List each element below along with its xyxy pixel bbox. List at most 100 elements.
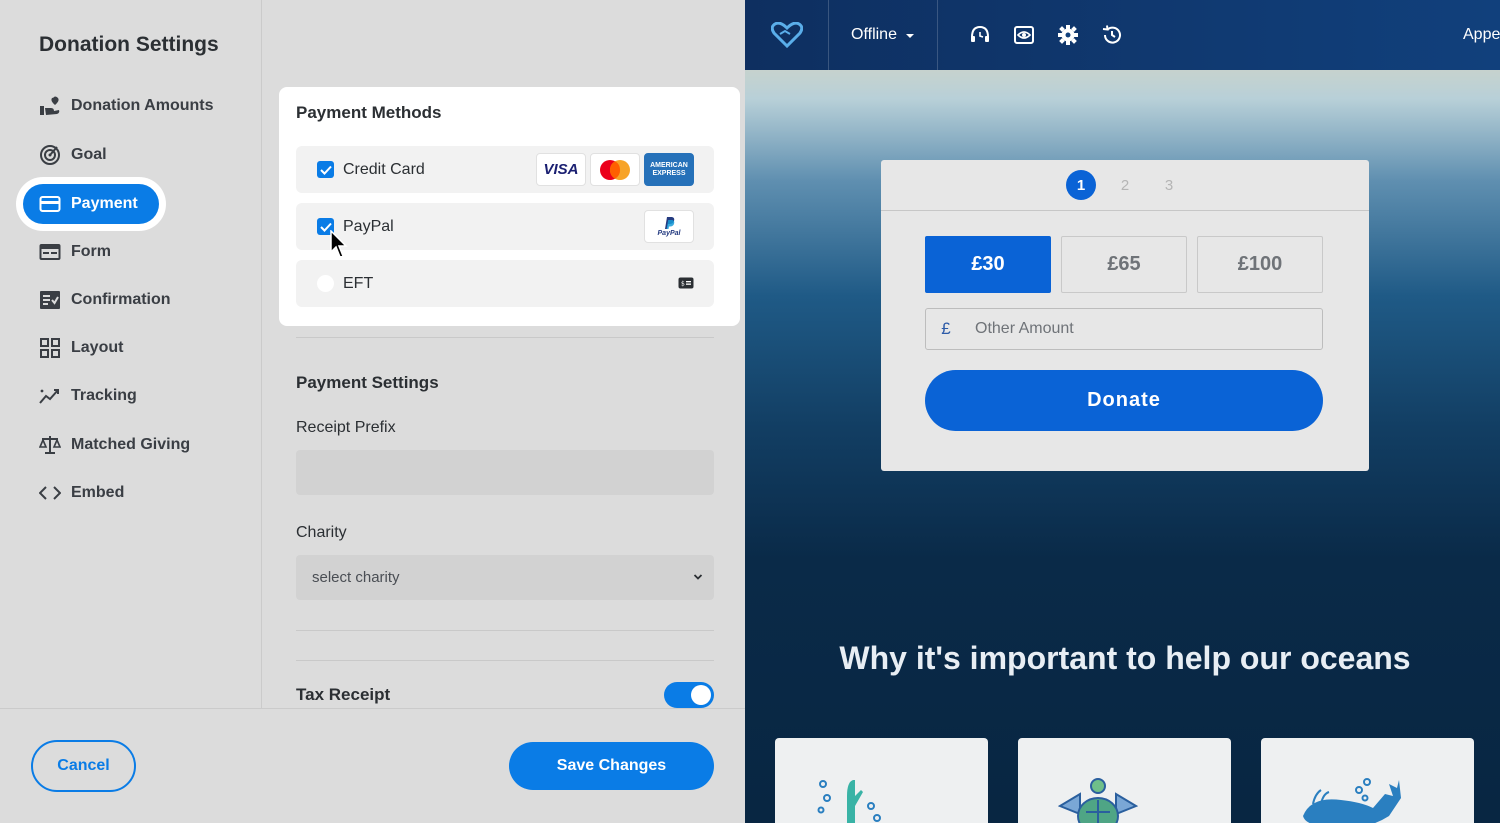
payment-method-credit-card[interactable]: Credit Card VISA AMERICAN EXPRESS [296, 146, 714, 193]
charity-select[interactable]: select charity [296, 555, 714, 600]
eye-icon[interactable] [1002, 13, 1046, 57]
status-label: Offline [851, 26, 897, 43]
scale-icon [39, 434, 61, 456]
nav-label: Form [71, 243, 111, 260]
checklist-icon [39, 289, 61, 311]
settings-footer: Cancel Save Changes [0, 708, 745, 823]
code-icon [39, 482, 61, 504]
nav-item-layout[interactable]: Layout [39, 328, 123, 368]
credit-card-icon [39, 193, 61, 215]
card-logos: VISA AMERICAN EXPRESS [536, 153, 694, 186]
step-3[interactable]: 3 [1154, 170, 1184, 200]
whale-icon [1303, 778, 1401, 823]
save-changes-button[interactable]: Save Changes [509, 742, 714, 790]
divider [296, 337, 714, 338]
nav-item-form[interactable]: Form [39, 232, 111, 272]
visa-logo: VISA [536, 153, 586, 186]
payment-methods-card: Payment Methods Credit Card VISA AMERICA… [279, 87, 740, 326]
nav-item-payment[interactable]: Payment [23, 184, 159, 224]
svg-text:$: $ [681, 281, 685, 288]
donate-button[interactable]: Donate [925, 370, 1323, 431]
turtle-icon [1058, 778, 1138, 823]
chevron-down-icon [692, 570, 704, 587]
nav-label: Matched Giving [71, 436, 191, 453]
payment-settings-title: Payment Settings [296, 373, 439, 392]
nav-label: Layout [71, 339, 124, 356]
settings-title: Donation Settings [39, 33, 219, 56]
step-1[interactable]: 1 [1066, 170, 1096, 200]
other-amount-input[interactable]: £ Other Amount [925, 308, 1323, 350]
coral-icon [817, 780, 881, 823]
topbar-separator [937, 0, 938, 70]
credit-card-checkbox[interactable] [317, 161, 334, 178]
nav-item-matched-giving[interactable]: Matched Giving [39, 425, 190, 465]
payment-method-label: EFT [343, 274, 374, 292]
topbar-icons [958, 13, 1134, 57]
divider [296, 660, 714, 661]
nav-label: Payment [71, 195, 138, 212]
history-icon[interactable] [1090, 13, 1134, 57]
amount-option-100[interactable]: £100 [1197, 236, 1323, 293]
step-2[interactable]: 2 [1110, 170, 1140, 200]
hand-heart-icon [39, 95, 61, 117]
payment-method-paypal[interactable]: PayPal PayPal [296, 203, 714, 250]
nav-label: Tracking [71, 387, 137, 404]
why-section-title: Why it's important to help our oceans [839, 640, 1411, 676]
payment-methods-title: Payment Methods [296, 103, 442, 122]
nav-label: Embed [71, 484, 125, 501]
trend-icon [39, 385, 61, 407]
nav-item-tracking[interactable]: Tracking [39, 376, 137, 416]
settings-panel: Donation Settings Donation Amounts Goal … [0, 0, 745, 823]
tax-receipt-label: Tax Receipt [296, 685, 391, 704]
settings-content: Payment Methods Credit Card VISA AMERICA… [279, 0, 745, 708]
amount-option-30[interactable]: £30 [925, 236, 1051, 293]
eft-checkbox[interactable] [317, 275, 334, 292]
nav-item-goal[interactable]: Goal [39, 135, 107, 175]
nav-label: Goal [71, 146, 107, 163]
cash-icon: $ [678, 276, 694, 294]
donation-preview: Offline Appe 1 2 3 £30 £65 £100 £ Other … [745, 0, 1500, 823]
payment-method-label: Credit Card [343, 160, 425, 178]
target-icon [39, 144, 61, 166]
paypal-logo: PayPal [644, 210, 694, 243]
paypal-checkbox[interactable] [317, 218, 334, 235]
gear-icon[interactable] [1046, 13, 1090, 57]
divider [296, 630, 714, 631]
info-card-coral [775, 738, 988, 823]
headset-icon[interactable] [958, 13, 1002, 57]
preview-topbar: Offline Appe [745, 0, 1500, 70]
caret-down-icon [905, 26, 915, 44]
paypal-text: PayPal [657, 230, 681, 237]
form-icon [39, 241, 61, 263]
amex-text: AMERICAN EXPRESS [650, 161, 688, 177]
receipt-prefix-label: Receipt Prefix [296, 419, 396, 436]
settings-nav: Donation Settings Donation Amounts Goal … [0, 0, 262, 708]
donation-form-card: 1 2 3 £30 £65 £100 £ Other Amount Donate [881, 160, 1369, 471]
other-amount-placeholder: Other Amount [975, 320, 1074, 337]
amount-option-65[interactable]: £65 [1061, 236, 1187, 293]
nav-label: Confirmation [71, 291, 171, 308]
cancel-button[interactable]: Cancel [31, 740, 136, 792]
nav-label: Donation Amounts [71, 97, 214, 114]
info-card-whale [1261, 738, 1474, 823]
nav-item-embed[interactable]: Embed [39, 473, 124, 513]
payment-method-label: PayPal [343, 217, 394, 235]
mastercard-logo-icon [590, 153, 640, 186]
tax-receipt-toggle[interactable] [664, 682, 714, 708]
payment-method-eft[interactable]: EFT $ [296, 260, 714, 307]
heart-logo-icon[interactable] [745, 0, 828, 70]
nav-item-donation-amounts[interactable]: Donation Amounts [39, 86, 214, 126]
visa-text: VISA [543, 161, 579, 178]
amex-logo: AMERICAN EXPRESS [644, 153, 694, 186]
status-dropdown[interactable]: Offline [829, 0, 937, 70]
receipt-prefix-input[interactable] [296, 450, 714, 495]
currency-symbol: £ [941, 319, 951, 338]
appearance-tab[interactable]: Appe [1463, 26, 1500, 44]
step-indicator: 1 2 3 [881, 160, 1369, 211]
charity-select-value: select charity [312, 569, 400, 586]
paypal-logos: PayPal [644, 210, 694, 243]
charity-label: Charity [296, 524, 347, 541]
nav-item-confirmation[interactable]: Confirmation [39, 280, 171, 320]
grid-icon [39, 337, 61, 359]
info-card-turtle [1018, 738, 1231, 823]
